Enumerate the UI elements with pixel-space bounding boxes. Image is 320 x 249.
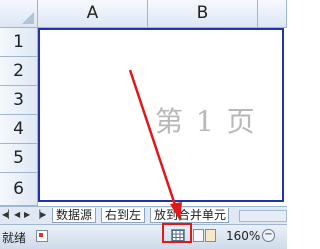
annotation-arrow	[128, 69, 182, 221]
